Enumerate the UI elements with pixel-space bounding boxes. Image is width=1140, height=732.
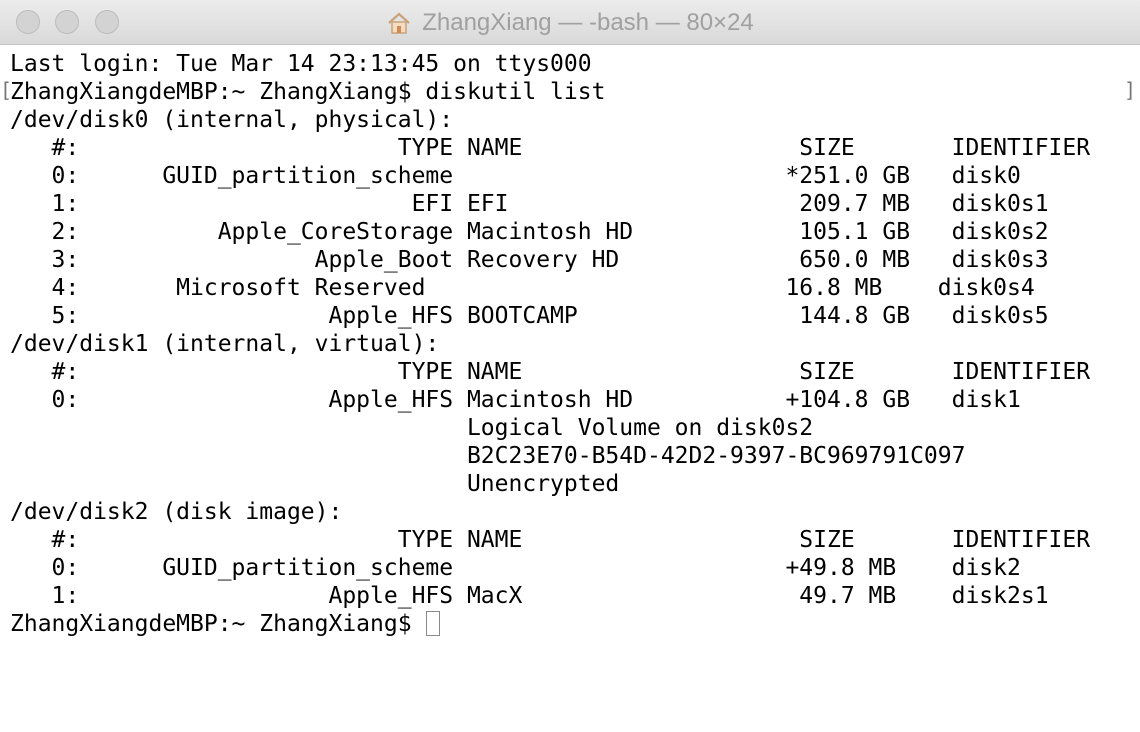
title-bar: ZhangXiang — -bash — 80×24 <box>0 0 1140 45</box>
window-title: ZhangXiang — -bash — 80×24 <box>422 8 754 36</box>
terminal-line: 0: Apple_HFS Macintosh HD +104.8 GB disk… <box>10 387 1021 413</box>
terminal-line: 2: Apple_CoreStorage Macintosh HD 105.1 … <box>10 219 1049 245</box>
terminal-line: Last login: Tue Mar 14 23:13:45 on ttys0… <box>10 51 592 77</box>
terminal-line: B2C23E70-B54D-42D2-9397-BC969791C097 <box>10 443 966 469</box>
terminal-line: 0: GUID_partition_scheme *251.0 GB disk0 <box>10 163 1021 189</box>
shell-prompt: ZhangXiangdeMBP:~ ZhangXiang$ <box>10 611 426 637</box>
terminal-line: #: TYPE NAME SIZE IDENTIFIER <box>10 527 1091 553</box>
terminal-window: ZhangXiang — -bash — 80×24 [ ] Last logi… <box>0 0 1140 732</box>
home-icon <box>386 10 412 36</box>
terminal-line: #: TYPE NAME SIZE IDENTIFIER <box>10 359 1091 385</box>
terminal-line: 0: GUID_partition_scheme +49.8 MB disk2 <box>10 555 1021 581</box>
terminal-line: #: TYPE NAME SIZE IDENTIFIER <box>10 135 1091 161</box>
terminal-line: /dev/disk1 (internal, virtual): <box>10 331 440 357</box>
terminal-line: 4: Microsoft Reserved 16.8 MB disk0s4 <box>10 275 1035 301</box>
terminal-line: /dev/disk0 (internal, physical): <box>10 107 454 133</box>
terminal-line: Logical Volume on disk0s2 <box>10 415 814 441</box>
terminal-line: /dev/disk2 (disk image): <box>10 499 343 525</box>
text-cursor <box>426 611 441 636</box>
terminal-line: 1: EFI EFI 209.7 MB disk0s1 <box>10 191 1049 217</box>
window-title-area: ZhangXiang — -bash — 80×24 <box>0 0 1140 45</box>
terminal-output[interactable]: Last login: Tue Mar 14 23:13:45 on ttys0… <box>10 50 1140 732</box>
terminal-line: Unencrypted <box>10 471 620 497</box>
terminal-line: 3: Apple_Boot Recovery HD 650.0 MB disk0… <box>10 247 1049 273</box>
terminal-line: 5: Apple_HFS BOOTCAMP 144.8 GB disk0s5 <box>10 303 1049 329</box>
terminal-line: ZhangXiangdeMBP:~ ZhangXiang$ diskutil l… <box>10 79 606 105</box>
prompt-line[interactable]: ZhangXiangdeMBP:~ ZhangXiang$ <box>10 610 1140 638</box>
terminal-line: 1: Apple_HFS MacX 49.7 MB disk2s1 <box>10 583 1049 609</box>
